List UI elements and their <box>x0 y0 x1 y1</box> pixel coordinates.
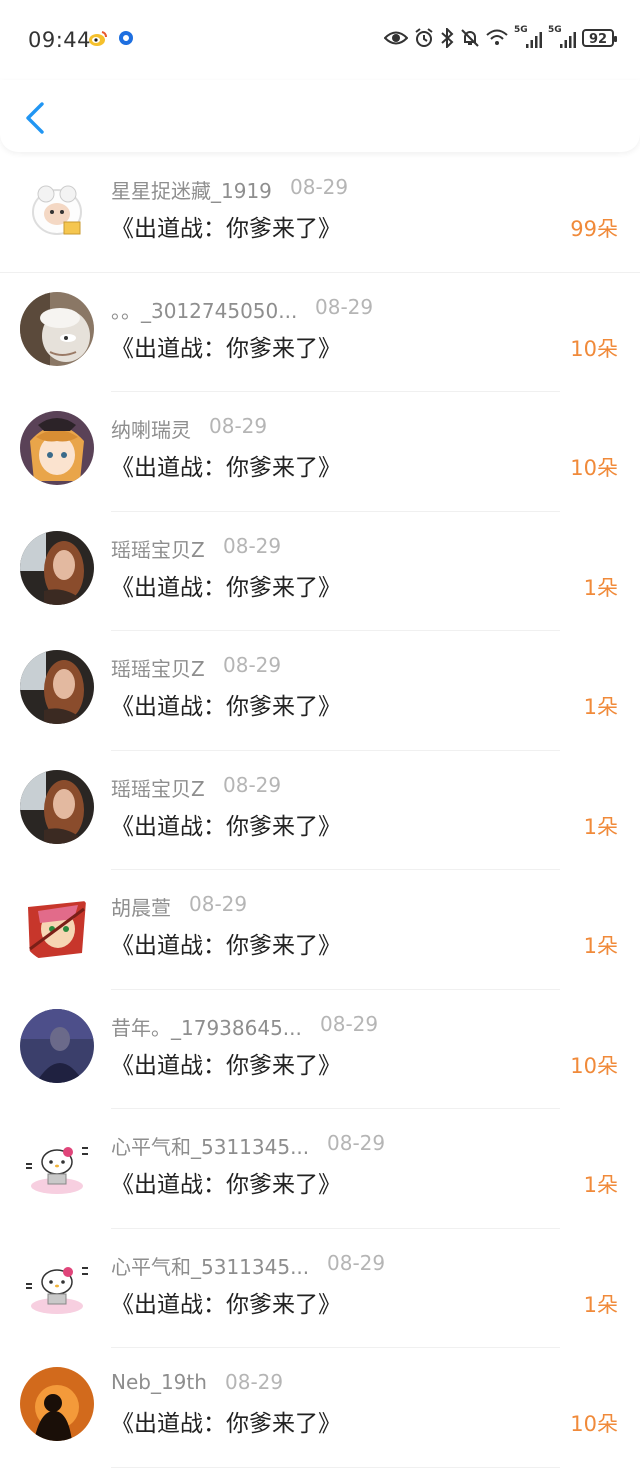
gift-record-list: 星星捉迷藏_1919 08-29 《出道战：你爹来了》 99朵。。_301274505… <box>0 153 640 1468</box>
system-icons: 5G 5G 92 <box>384 25 617 48</box>
gift-date: 08-29 <box>290 175 349 199</box>
gift-title: 《出道战：你爹来了》 <box>111 933 341 959</box>
sender-name[interactable]: 纳喇瑞灵 <box>111 414 191 443</box>
alarm-icon <box>415 28 433 47</box>
app-notification-icon <box>119 31 133 45</box>
gift-title: 《出道战：你爹来了》 <box>111 813 341 840</box>
sender-name[interactable]: 瑶瑶宝贝Z <box>111 653 205 682</box>
gift-date: 08-29 <box>327 1250 386 1275</box>
flower-count: 10朵 <box>570 1053 618 1078</box>
chevron-left-icon <box>26 102 44 134</box>
notification-icons <box>88 29 134 47</box>
sender-name[interactable]: 。。_3012745050... <box>111 295 297 324</box>
avatar-image <box>20 1247 94 1322</box>
gift-title: 《出道战：你爹来了》 <box>111 1291 341 1318</box>
gift-title: 《出道战：你爹来了》 <box>111 574 341 601</box>
gift-date: 08-29 <box>223 772 282 797</box>
gift-record-row[interactable]: 心平气和_5311345... 08-29 《出道战：你爹来了》 1朵 <box>0 1109 640 1229</box>
avatar-image <box>20 650 94 724</box>
weibo-icon <box>89 31 107 46</box>
avatar-image <box>20 1367 94 1441</box>
avatar-image <box>20 172 94 246</box>
gift-record-row[interactable]: 瑶瑶宝贝Z 08-29 《出道战：你爹来了》 1朵 <box>0 631 640 751</box>
gift-title: 《出道战：你爹来了》 <box>111 694 341 720</box>
battery-indicator: 92 <box>582 29 617 47</box>
sender-name[interactable]: 心平气和_5311345... <box>111 1131 309 1160</box>
gift-date: 08-29 <box>209 414 268 438</box>
gift-date: 08-29 <box>320 1011 379 1036</box>
gift-date: 08-29 <box>189 892 248 916</box>
avatar-image <box>20 1128 94 1202</box>
eye-icon <box>384 31 408 45</box>
sender-name[interactable]: 瑶瑶宝贝Z <box>111 773 205 802</box>
gift-record-row[interactable]: 瑶瑶宝贝Z 08-29 《出道战：你爹来了》 1朵 <box>0 751 640 870</box>
cellular-signal-1: 5G <box>514 25 542 48</box>
gift-date: 08-29 <box>225 1370 284 1394</box>
avatar[interactable] <box>20 530 94 605</box>
avatar[interactable] <box>20 1367 94 1441</box>
gift-record-row[interactable]: 胡晨萱 08-29 《出道战：你爹来了》 1朵 <box>0 870 640 990</box>
avatar-image <box>20 411 94 485</box>
avatar[interactable] <box>20 291 94 366</box>
avatar-image <box>20 769 94 844</box>
avatar[interactable] <box>20 1128 94 1202</box>
sender-name[interactable]: 瑶瑶宝贝Z <box>111 534 205 563</box>
flower-count: 10朵 <box>570 1412 618 1436</box>
sender-name[interactable]: 昔年。_17938645... <box>111 1012 302 1041</box>
gift-date: 08-29 <box>315 294 374 319</box>
sender-name[interactable]: 心平气和_5311345... <box>111 1251 309 1280</box>
gift-title: 《出道战：你爹来了》 <box>111 1052 341 1079</box>
gift-title: 《出道战：你爹来了》 <box>111 335 341 362</box>
flower-count: 1朵 <box>583 575 618 600</box>
avatar-image <box>20 291 94 366</box>
gift-record-row[interactable]: 。。_3012745050... 08-29 《出道战：你爹来了》 10朵 <box>0 273 640 392</box>
signal-bars-icon <box>526 32 542 48</box>
back-button[interactable] <box>18 98 54 138</box>
gift-record-row[interactable]: Neb_19th 08-29 《出道战：你爹来了》 10朵 <box>0 1348 640 1468</box>
gift-record-row[interactable]: 心平气和_5311345... 08-29 《出道战：你爹来了》 1朵 <box>0 1229 640 1348</box>
gift-title: 《出道战：你爹来了》 <box>111 216 341 242</box>
flower-count: 10朵 <box>570 336 618 361</box>
avatar-image <box>20 889 94 963</box>
avatar[interactable] <box>20 1008 94 1083</box>
flower-count: 1朵 <box>583 814 618 839</box>
avatar-image <box>20 1008 94 1083</box>
status-time: 09:44 <box>28 28 92 52</box>
gift-date: 08-29 <box>327 1131 386 1155</box>
row-divider <box>111 1466 560 1468</box>
flower-count: 10朵 <box>570 456 618 480</box>
gift-record-row[interactable]: 昔年。_17938645... 08-29 《出道战：你爹来了》 10朵 <box>0 990 640 1109</box>
sender-name[interactable]: 胡晨萱 <box>111 892 171 921</box>
status-bar: 09:44 5G 5G 92 <box>0 0 640 80</box>
avatar[interactable] <box>20 889 94 963</box>
flower-count: 1朵 <box>583 1173 618 1197</box>
bluetooth-icon <box>441 28 454 48</box>
avatar[interactable] <box>20 769 94 844</box>
flower-count: 1朵 <box>583 695 618 719</box>
sender-name[interactable]: 星星捉迷藏_1919 <box>111 175 272 204</box>
gift-title: 《出道战：你爹来了》 <box>111 1172 341 1198</box>
gift-title: 《出道战：你爹来了》 <box>111 455 341 481</box>
avatar[interactable] <box>20 1247 94 1322</box>
avatar[interactable] <box>20 172 94 246</box>
avatar[interactable] <box>20 411 94 485</box>
nav-bar <box>0 80 640 152</box>
gift-record-row[interactable]: 星星捉迷藏_1919 08-29 《出道战：你爹来了》 99朵 <box>0 153 640 273</box>
gift-record-row[interactable]: 瑶瑶宝贝Z 08-29 《出道战：你爹来了》 1朵 <box>0 512 640 631</box>
avatar[interactable] <box>20 650 94 724</box>
cellular-signal-2: 5G <box>548 25 576 48</box>
gift-title: 《出道战：你爹来了》 <box>111 1411 341 1437</box>
avatar-image <box>20 530 94 605</box>
mute-icon <box>461 29 479 47</box>
flower-count: 1朵 <box>583 1292 618 1317</box>
flower-count: 1朵 <box>583 934 618 958</box>
gift-date: 08-29 <box>223 533 282 558</box>
flower-count: 99朵 <box>570 217 618 241</box>
signal-bars-icon <box>560 32 576 48</box>
wifi-icon <box>486 29 508 45</box>
gift-record-row[interactable]: 纳喇瑞灵 08-29 《出道战：你爹来了》 10朵 <box>0 392 640 512</box>
gift-date: 08-29 <box>223 653 282 677</box>
sender-name[interactable]: Neb_19th <box>111 1370 207 1394</box>
